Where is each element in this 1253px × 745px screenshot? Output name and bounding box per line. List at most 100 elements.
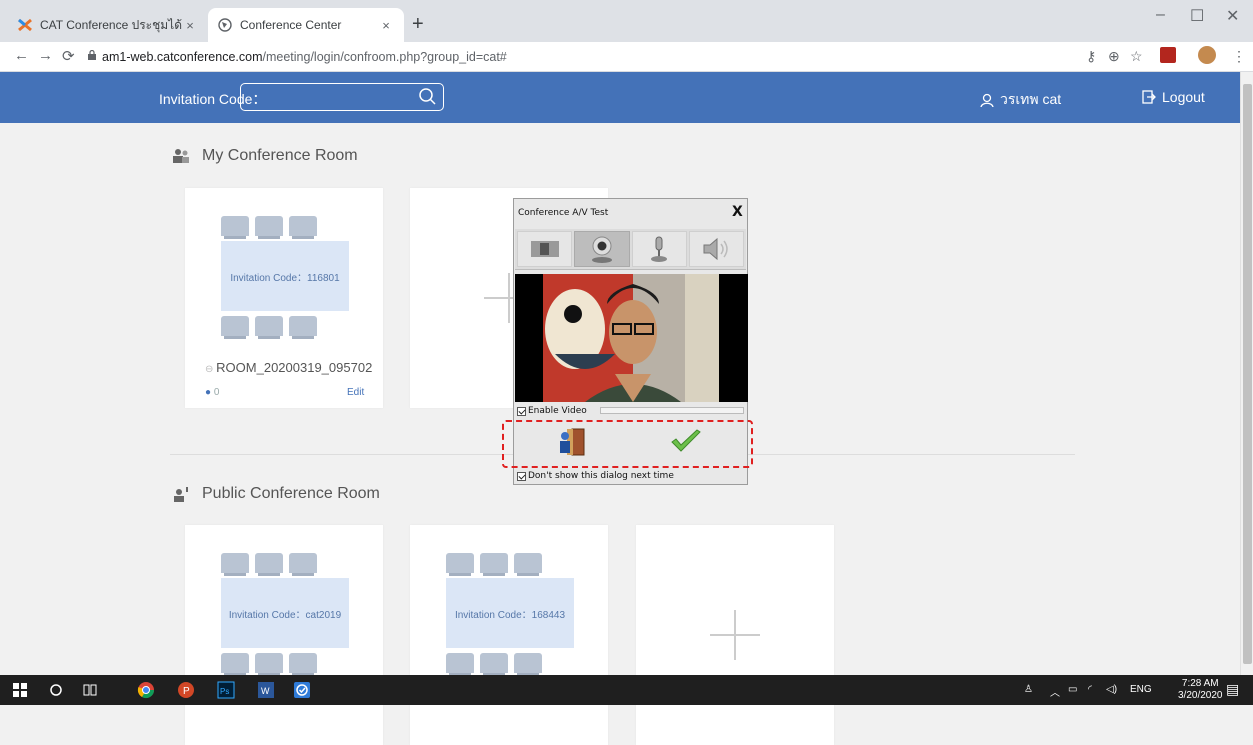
camera-preview: [515, 274, 748, 402]
window-close-icon[interactable]: ✕: [1226, 6, 1239, 26]
bookmark-star-icon[interactable]: ☆: [1130, 48, 1143, 65]
enable-video-label: Enable Video: [528, 406, 587, 416]
svg-text:Ps: Ps: [220, 687, 229, 696]
profile-avatar[interactable]: [1198, 46, 1216, 64]
red-highlight-box: [502, 420, 753, 468]
address-bar: ← → ⟳ am1-web.catconference.com/meeting/…: [0, 42, 1253, 72]
url-field[interactable]: am1-web.catconference.com/meeting/login/…: [102, 50, 507, 64]
scrollbar-thumb[interactable]: [1243, 84, 1252, 664]
edit-room-link[interactable]: Edit: [347, 387, 364, 398]
user-name: วรเทพ cat: [1000, 91, 1062, 107]
people-tray-icon[interactable]: ♙: [1024, 684, 1033, 695]
powerpoint-icon[interactable]: P: [176, 680, 196, 700]
tab-title: Conference Center: [240, 18, 342, 32]
reload-icon[interactable]: ⟳: [62, 47, 75, 65]
task-view-icon[interactable]: [80, 680, 100, 700]
page-scrollbar[interactable]: [1240, 72, 1253, 675]
new-tab-button[interactable]: +: [412, 13, 424, 36]
search-circle-icon[interactable]: [46, 680, 66, 700]
enable-video-row[interactable]: Enable Video: [517, 406, 587, 416]
word-icon[interactable]: W: [256, 680, 276, 700]
photoshop-icon[interactable]: Ps: [216, 680, 236, 700]
room-card[interactable]: Invitation Code：116801 ⊖ ROOM_20200319_0…: [185, 188, 383, 408]
tab-conference-center[interactable]: Conference Center ×: [208, 8, 404, 42]
dont-show-row[interactable]: Don't show this dialog next time: [517, 471, 674, 481]
public-room-card[interactable]: Invitation Code：168443: [410, 525, 608, 745]
room-invitation-code: Invitation Code：168443: [446, 578, 574, 648]
windows-start-icon[interactable]: [10, 680, 30, 700]
globe-favicon-icon: [218, 18, 232, 32]
chairs-bottom: [221, 653, 317, 676]
user-icon: [980, 93, 994, 107]
participant-count: ● 0: [205, 387, 220, 398]
microphone-tab[interactable]: [631, 231, 687, 267]
my-rooms-heading: My Conference Room: [172, 147, 358, 165]
video-level-bar: [600, 407, 744, 414]
camera-tab[interactable]: [574, 231, 630, 267]
speaker-tab[interactable]: [688, 231, 744, 267]
dialog-title: Conference A/V Test: [518, 208, 609, 218]
clock-date: 3/20/2020: [1178, 690, 1223, 701]
dialog-close-button[interactable]: X: [732, 204, 743, 220]
notifications-icon[interactable]: ▤: [1226, 681, 1239, 698]
menu-kebab-icon[interactable]: ⋮: [1232, 48, 1246, 65]
invitation-code-input[interactable]: [240, 83, 444, 111]
key-icon[interactable]: ⚷: [1086, 48, 1096, 65]
room-lock-icon: ⊖: [205, 364, 217, 375]
screen-icon: [530, 241, 559, 257]
minimize-icon[interactable]: –: [1156, 6, 1165, 24]
logout-button[interactable]: Logout: [1142, 89, 1205, 105]
search-icon[interactable]: [418, 87, 436, 105]
logout-icon: [1142, 90, 1156, 104]
cat-favicon-icon: [18, 18, 32, 32]
enable-video-checkbox[interactable]: [517, 406, 526, 416]
browser-tab-strip: CAT Conference ประชุมได้ใช้ชัดจำกั × Con…: [0, 0, 1253, 42]
url-host: am1-web.catconference.com: [102, 50, 263, 64]
room-name: ⊖ ROOM_20200319_095702: [205, 360, 373, 375]
volume-icon[interactable]: ◁): [1106, 684, 1117, 695]
public-room-card[interactable]: Invitation Code：cat2019: [185, 525, 383, 745]
checklist-app-icon[interactable]: [292, 680, 312, 700]
public-people-icon: [174, 487, 188, 502]
forward-icon[interactable]: →: [38, 47, 53, 64]
add-public-room-card[interactable]: [636, 525, 834, 745]
wifi-icon[interactable]: ◜: [1088, 684, 1092, 695]
chairs-bottom: [446, 653, 542, 676]
windows-taskbar: P Ps W ♙ ︿ ▭ ◜ ◁) ENG 7:28 AM 3/20/2020 …: [0, 675, 1253, 705]
webcam-image: [515, 274, 748, 402]
svg-text:P: P: [183, 686, 190, 697]
dialog-tabs: [515, 229, 746, 270]
room-invitation-code: Invitation Code：cat2019: [221, 578, 349, 648]
tab-close-icon[interactable]: ×: [182, 18, 198, 33]
my-rooms-title: My Conference Room: [202, 147, 358, 164]
dont-show-label: Don't show this dialog next time: [528, 471, 674, 481]
screen-tab[interactable]: [517, 231, 573, 267]
room-invitation-code: Invitation Code：116801: [221, 241, 349, 311]
back-icon[interactable]: ←: [14, 47, 29, 64]
url-path: /meeting/login/confroom.php?group_id=cat…: [262, 50, 507, 64]
lock-icon: [88, 50, 96, 60]
tab-close-icon[interactable]: ×: [378, 18, 394, 33]
tray-expand-icon[interactable]: ︿: [1050, 684, 1060, 699]
plus-icon: [710, 610, 760, 660]
svg-text:W: W: [261, 686, 270, 696]
chairs-top: [221, 216, 317, 239]
speaker-icon: [703, 237, 729, 261]
person-icon: ●: [205, 387, 212, 398]
pdf-extension-icon[interactable]: [1160, 47, 1176, 63]
public-rooms-heading: Public Conference Room: [172, 485, 380, 503]
tab-title: CAT Conference ประชุมได้ใช้ชัดจำกั: [40, 17, 182, 32]
zoom-icon[interactable]: ⊕: [1108, 48, 1120, 65]
app-header: Invitation Code： วรเทพ cat Logout: [0, 72, 1240, 123]
maximize-icon[interactable]: ☐: [1190, 6, 1204, 26]
meeting-people-icon: [173, 149, 189, 163]
dont-show-checkbox[interactable]: [517, 471, 526, 481]
battery-icon[interactable]: ▭: [1068, 684, 1077, 695]
clock[interactable]: 7:28 AM 3/20/2020: [1178, 678, 1223, 702]
language-indicator[interactable]: ENG: [1130, 684, 1152, 695]
tab-cat-conference[interactable]: CAT Conference ประชุมได้ใช้ชัดจำกั ×: [8, 8, 208, 42]
chrome-icon[interactable]: [136, 680, 156, 700]
public-rooms-title: Public Conference Room: [202, 485, 380, 502]
user-menu[interactable]: วรเทพ cat: [980, 89, 1061, 111]
chairs-top: [446, 553, 542, 576]
